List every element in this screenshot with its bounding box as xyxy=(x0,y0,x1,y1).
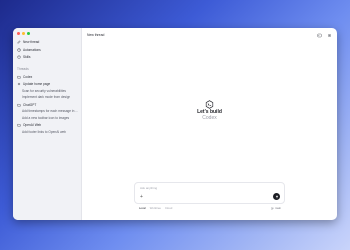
sidebar-item-automations[interactable]: Automations xyxy=(16,47,78,53)
page-title: New thread xyxy=(87,33,105,37)
minimize-window-button[interactable] xyxy=(22,32,25,35)
clock-icon xyxy=(17,47,21,52)
terminal-icon[interactable] xyxy=(317,33,322,38)
prompt-placeholder: Ask anything xyxy=(140,186,158,190)
puzzle-icon xyxy=(17,55,21,59)
thread-item[interactable]: Add timestamps for each message in c… xyxy=(16,108,78,114)
prompt-input[interactable]: Ask anything + xyxy=(134,182,285,204)
settings-icon[interactable] xyxy=(327,33,332,38)
welcome-subline: Codex xyxy=(202,115,217,121)
folder-icon xyxy=(17,123,21,127)
app-window: New thread Automations Skills Threads Co… xyxy=(13,28,337,220)
composer: Ask anything + Local Worktree Cloud main xyxy=(134,182,285,214)
close-window-button[interactable] xyxy=(17,32,20,35)
thread-group-label: ChatGPT xyxy=(23,102,37,107)
sidebar-item-new-thread[interactable]: New thread xyxy=(16,39,78,45)
thread-group-label: Update home page xyxy=(23,82,51,86)
welcome-area: Let's build Codex xyxy=(82,96,337,122)
branch-selector[interactable]: main xyxy=(271,206,285,210)
sidebar-item-label: Skills xyxy=(23,55,31,59)
codex-logo-icon xyxy=(205,96,214,109)
threads-section-label: Threads xyxy=(17,67,29,71)
thread-item[interactable]: Add a new toolbar icon to images xyxy=(16,115,78,121)
folder-icon xyxy=(17,75,21,79)
add-attachment-icon[interactable]: + xyxy=(140,195,143,200)
mode-cloud[interactable]: Cloud xyxy=(165,206,172,210)
thread-group-update-home-page[interactable]: Update home page xyxy=(16,81,78,87)
thread-group-openai-web[interactable]: OpenAI Web xyxy=(16,122,78,128)
send-button[interactable] xyxy=(273,193,280,200)
sidebar-item-skills[interactable]: Skills xyxy=(16,54,78,60)
edit-icon xyxy=(17,40,21,44)
top-bar-actions xyxy=(317,33,332,38)
thread-group-label: Codex xyxy=(23,74,33,79)
mode-local[interactable]: Local xyxy=(139,206,146,210)
thread-item[interactable]: Implement dark mode from design xyxy=(16,94,78,100)
thread-item[interactable]: Add footer links to OpenAI web xyxy=(16,129,78,135)
mode-selector: Local Worktree Cloud main xyxy=(134,206,285,210)
sidebar-item-label: Automations xyxy=(23,47,41,52)
folder-icon xyxy=(17,103,21,107)
branch-icon xyxy=(271,206,274,210)
thread-item[interactable]: Scan for security vulnerabilities xyxy=(16,88,78,94)
branch-label: main xyxy=(274,206,281,210)
thread-group-chatgpt[interactable]: ChatGPT xyxy=(16,102,78,108)
thread-group-label: OpenAI Web xyxy=(23,123,42,127)
sidebar-item-label: New thread xyxy=(23,40,40,44)
sparkle-icon xyxy=(17,82,21,86)
thread-group-codex[interactable]: Codex xyxy=(16,74,78,80)
mode-worktree[interactable]: Worktree xyxy=(150,206,161,210)
window-controls xyxy=(16,31,78,39)
zoom-window-button[interactable] xyxy=(27,32,30,35)
main-panel: New thread Let's build Codex Ask anythin… xyxy=(82,28,337,220)
arrow-up-icon xyxy=(275,194,278,198)
top-bar: New thread xyxy=(82,28,337,42)
sidebar: New thread Automations Skills Threads Co… xyxy=(13,28,82,220)
